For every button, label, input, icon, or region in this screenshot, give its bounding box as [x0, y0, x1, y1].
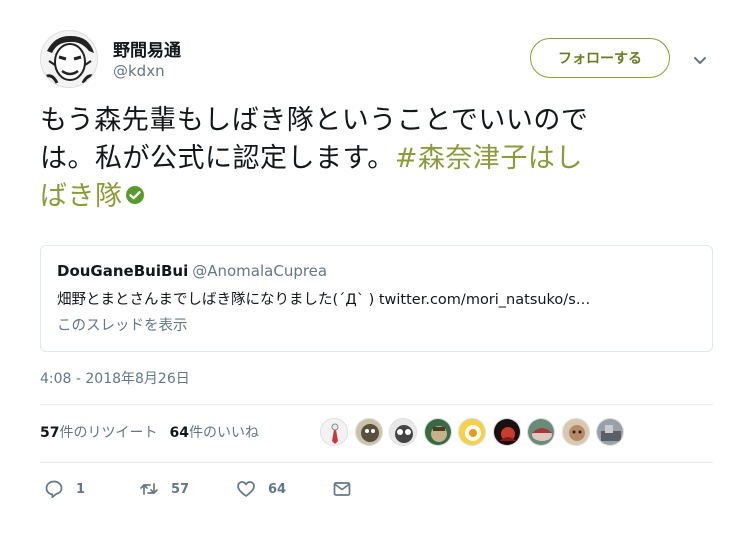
direct-message-button[interactable] [332, 479, 352, 499]
retweet-stat[interactable]: 57件のリツイート [40, 425, 157, 441]
like-stat-count[interactable]: 64 [169, 425, 188, 441]
retweet-count: 57 [171, 481, 190, 497]
liker-avatar[interactable] [320, 418, 348, 446]
liker-avatar[interactable] [596, 418, 624, 446]
divider [40, 462, 713, 463]
chevron-down-icon[interactable] [692, 52, 708, 68]
retweet-button[interactable]: 57 [139, 479, 236, 499]
liker-avatar[interactable] [458, 418, 486, 446]
author-name[interactable]: 野間易通 [113, 36, 181, 61]
follow-button[interactable]: フォローする [530, 38, 670, 78]
liker-avatar[interactable] [389, 418, 417, 446]
quoted-tweet[interactable]: DouGaneBuiBui @AnomalaCuprea 畑野とまとさんまでしばき… [40, 245, 713, 352]
verified-check-icon [125, 185, 144, 204]
quoted-text: 畑野とまとさんまでしばき隊になりました(´Д` ) twitter.com/mo… [57, 292, 591, 308]
hashtag-part2[interactable]: ばき隊 [40, 181, 123, 212]
liker-avatar[interactable] [423, 418, 452, 446]
retweet-stat-label[interactable]: 件のリツイート [59, 425, 157, 441]
hashtag-part1[interactable]: #森奈津子はし [395, 143, 583, 174]
reply-icon[interactable] [44, 479, 64, 499]
tweet-text: もう森先輩もしばき隊ということでいいので は。私が公式に認定します。#森奈津子は… [40, 102, 720, 216]
like-stat[interactable]: 64件のいいね [169, 425, 258, 441]
author-avatar[interactable] [40, 30, 98, 88]
quoted-author-handle: @AnomalaCuprea [192, 262, 328, 280]
reply-button[interactable]: 1 [44, 479, 139, 499]
tweet-header: 野間易通 @kdxn フォローする [40, 28, 720, 88]
liker-avatar[interactable] [492, 418, 521, 446]
reply-count: 1 [76, 481, 86, 497]
tweet-text-line1: もう森先輩もしばき隊ということでいいので [40, 105, 589, 136]
tweet-actions: 1 57 64 [44, 478, 352, 500]
retweet-stat-count[interactable]: 57 [40, 425, 59, 441]
heart-icon[interactable] [236, 479, 256, 499]
show-thread-link[interactable]: このスレッドを表示 [57, 314, 188, 335]
liker-avatar[interactable] [527, 418, 555, 446]
quoted-author-name: DouGaneBuiBui [57, 262, 189, 280]
liker-avatar[interactable] [354, 418, 383, 446]
like-stat-label[interactable]: 件のいいね [189, 425, 259, 441]
quoted-author: DouGaneBuiBui @AnomalaCuprea [57, 262, 327, 280]
like-button[interactable]: 64 [236, 479, 332, 499]
author-handle[interactable]: @kdxn [113, 62, 165, 80]
tweet-stats: 57件のリツイート 64件のいいね [40, 422, 259, 442]
retweet-icon[interactable] [139, 479, 159, 499]
likers-avatar-list [320, 418, 631, 448]
tweet-timestamp[interactable]: 4:08 - 2018年8月26日 [40, 368, 190, 388]
like-count: 64 [268, 481, 287, 497]
tweet-text-line2: は。私が公式に認定します。 [40, 143, 395, 174]
divider [40, 404, 713, 405]
envelope-icon[interactable] [332, 479, 352, 499]
liker-avatar[interactable] [561, 418, 590, 446]
